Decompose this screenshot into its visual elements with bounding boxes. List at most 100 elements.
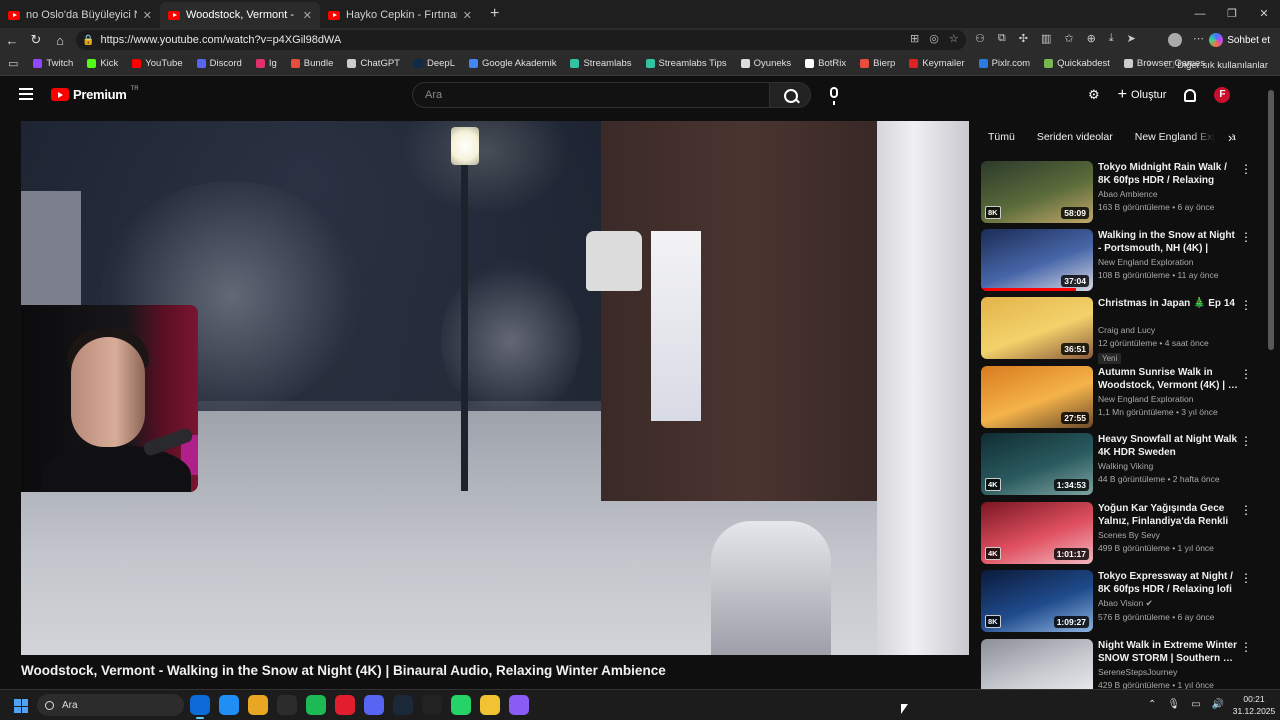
reading-list-icon[interactable]: ▭ <box>0 57 26 70</box>
recommendation-channel[interactable]: Craig and Lucy <box>1098 325 1238 335</box>
close-window-icon[interactable]: ✕ <box>1248 0 1280 28</box>
close-tab-icon[interactable]: ✕ <box>463 9 472 22</box>
recommendation-item[interactable]: 27:55 Autumn Sunrise Walk in Woodstock, V… <box>981 366 1261 428</box>
bookmark-kick[interactable]: Kick <box>80 58 125 69</box>
taskbar-app-icon[interactable] <box>393 695 413 715</box>
gamepad-icon[interactable]: ⚇ <box>975 32 985 45</box>
tray-expand-icon[interactable]: ⌃ <box>1148 699 1156 710</box>
bookmark-pixlr-com[interactable]: Pixlr.com <box>972 58 1038 69</box>
bookmark-keymailer[interactable]: Keymailer <box>902 58 971 69</box>
recommendation-title[interactable]: Christmas in Japan 🎄 Ep 14 <box>1098 297 1238 323</box>
video-thumbnail[interactable]: 27:55 <box>981 366 1093 428</box>
bookmark-oyuneks[interactable]: Oyuneks <box>734 58 799 69</box>
taskbar-app-icon[interactable] <box>248 695 268 715</box>
back-icon[interactable]: ← <box>0 33 24 48</box>
taskbar-app-icon[interactable] <box>480 695 500 715</box>
taskbar-app-icon[interactable] <box>219 695 239 715</box>
chip-from-series[interactable]: Seriden videolar <box>1030 126 1120 148</box>
copilot-button[interactable]: Sohbet et <box>1209 31 1270 49</box>
more-actions-icon[interactable]: ⋮ <box>1240 641 1252 653</box>
favorites-icon[interactable]: ✩ <box>1064 32 1073 45</box>
youtube-logo[interactable]: Premium TR <box>51 86 139 102</box>
collections-icon[interactable]: ⊕ <box>1087 32 1096 45</box>
bookmark-youtube[interactable]: YouTube <box>125 58 189 69</box>
recommendation-item[interactable]: 37:04 Walking in the Snow at Night - Port… <box>981 229 1261 291</box>
bookmark-discord[interactable]: Discord <box>190 58 249 69</box>
recommendation-channel[interactable]: New England Exploration <box>1098 257 1238 267</box>
other-bookmarks-folder[interactable]: 🗀 Diğer sık kullanılanlar <box>1165 58 1268 74</box>
recommendation-title[interactable]: Yoğun Kar Yağışında Gece Yalnız, Finland… <box>1098 502 1238 528</box>
search-icon[interactable] <box>769 82 811 108</box>
recommendation-title[interactable]: Tokyo Midnight Rain Walk / 8K 60fps HDR … <box>1098 161 1238 187</box>
chips-next-icon[interactable]: › <box>1228 130 1232 145</box>
more-actions-icon[interactable]: ⋮ <box>1240 163 1252 175</box>
bookmark-botrix[interactable]: BotRix <box>798 58 853 69</box>
recommendation-title[interactable]: Heavy Snowfall at Night Walk 4K HDR Swed… <box>1098 433 1238 459</box>
recommendation-title[interactable]: Tokyo Expressway at Night / 8K 60fps HDR… <box>1098 570 1238 596</box>
bookmark-ig[interactable]: Ig <box>249 58 284 69</box>
more-actions-icon[interactable]: ⋮ <box>1240 299 1252 311</box>
more-actions-icon[interactable]: ⋮ <box>1240 572 1252 584</box>
new-tab-button[interactable]: + <box>480 2 509 28</box>
bookmark-bundle[interactable]: Bundle <box>284 58 341 69</box>
taskbar-app-icon[interactable] <box>306 695 326 715</box>
recommendation-channel[interactable]: SereneStepsJourney <box>1098 667 1238 677</box>
recommendation-channel[interactable]: Walking Viking <box>1098 461 1238 471</box>
recommendation-title[interactable]: Autumn Sunrise Walk in Woodstock, Vermon… <box>1098 366 1238 392</box>
video-thumbnail[interactable]: 36:51 <box>981 297 1093 359</box>
browser-tab-2[interactable]: Hayko Cepkin - Fırtınam - You ✕ <box>320 2 480 28</box>
recommendation-channel[interactable]: New England Exploration <box>1098 394 1238 404</box>
taskbar-app-icon[interactable] <box>422 695 442 715</box>
bookmark-google-akademik[interactable]: Google Akademik <box>462 58 563 69</box>
menu-icon[interactable] <box>19 88 33 100</box>
download-icon[interactable]: ⤓ <box>1109 32 1114 45</box>
more-actions-icon[interactable]: ⋮ <box>1240 231 1252 243</box>
recommendation-channel[interactable]: Abao Vision ✔ <box>1098 598 1238 609</box>
more-actions-icon[interactable]: ⋮ <box>1240 435 1252 447</box>
recommendation-channel[interactable]: Scenes By Sevy <box>1098 530 1238 540</box>
create-button[interactable]: + Oluştur <box>1118 86 1167 104</box>
minimize-icon[interactable]: — <box>1184 0 1216 28</box>
recommendation-item[interactable]: 58:09 8K Tokyo Midnight Rain Walk / 8K 60f… <box>981 161 1261 223</box>
close-tab-icon[interactable]: ✕ <box>143 9 152 22</box>
more-bookmarks-icon[interactable]: › <box>1148 57 1152 69</box>
more-actions-icon[interactable]: ⋮ <box>1240 368 1252 380</box>
close-tab-icon[interactable]: ✕ <box>303 9 312 22</box>
notifications-bell-icon[interactable] <box>1184 88 1197 102</box>
more-actions-icon[interactable]: ⋮ <box>1240 504 1252 516</box>
network-icon[interactable]: ▭ <box>1191 699 1200 710</box>
chip-all[interactable]: Tümü <box>981 126 1022 148</box>
tracking-icon[interactable]: ◎ <box>929 32 939 45</box>
video-thumbnail[interactable]: 1:09:27 8K <box>981 570 1093 632</box>
taskbar-search-input[interactable]: Ara <box>37 694 184 716</box>
taskbar-app-icon[interactable] <box>451 695 471 715</box>
taskbar-app-icon[interactable] <box>335 695 355 715</box>
recommendation-item[interactable]: 36:51 Christmas in Japan 🎄 Ep 14 Craig and… <box>981 297 1261 364</box>
video-thumbnail[interactable]: 1:34:53 4K <box>981 433 1093 495</box>
recommendation-item[interactable]: 1:09:27 8K Tokyo Expressway at Night / 8K … <box>981 570 1261 632</box>
bookmark-chatgpt[interactable]: ChatGPT <box>340 58 407 69</box>
volume-icon[interactable]: 🔊 <box>1212 699 1224 710</box>
puzzle-icon[interactable]: ✣ <box>1019 32 1028 45</box>
taskbar-app-icon[interactable] <box>364 695 384 715</box>
bookmark-streamlabs[interactable]: Streamlabs <box>563 58 638 69</box>
video-thumbnail[interactable]: 37:04 <box>981 229 1093 291</box>
taskbar-clock[interactable]: 00:21 31.12.2025 <box>1232 693 1276 717</box>
taskbar-app-icon[interactable] <box>277 695 297 715</box>
restore-icon[interactable]: ❐ <box>1216 0 1248 28</box>
bookmark-twitch[interactable]: Twitch <box>26 58 80 69</box>
browser-tab-0[interactable]: no Oslo'da Büyüleyici Noel Turu ✕ <box>0 2 160 28</box>
recommendation-channel[interactable]: Abao Ambience <box>1098 189 1238 199</box>
extension-icon[interactable]: ⧉ <box>998 32 1006 45</box>
taskbar-app-icon[interactable] <box>509 695 529 715</box>
bookmark-deepl[interactable]: DeepL <box>407 58 462 69</box>
share-icon[interactable]: ➤ <box>1127 32 1136 45</box>
favorite-star-icon[interactable]: ☆ <box>949 32 959 45</box>
profile-avatar[interactable] <box>1168 33 1182 47</box>
reload-icon[interactable]: ↻ <box>24 32 48 48</box>
page-scrollbar[interactable] <box>1268 90 1274 350</box>
video-thumbnail[interactable]: 1:01:17 4K <box>981 502 1093 564</box>
app-install-icon[interactable]: ⊞ <box>910 32 919 45</box>
video-player[interactable] <box>21 121 969 655</box>
bookmark-streamlabs-tips[interactable]: Streamlabs Tips <box>639 58 734 69</box>
